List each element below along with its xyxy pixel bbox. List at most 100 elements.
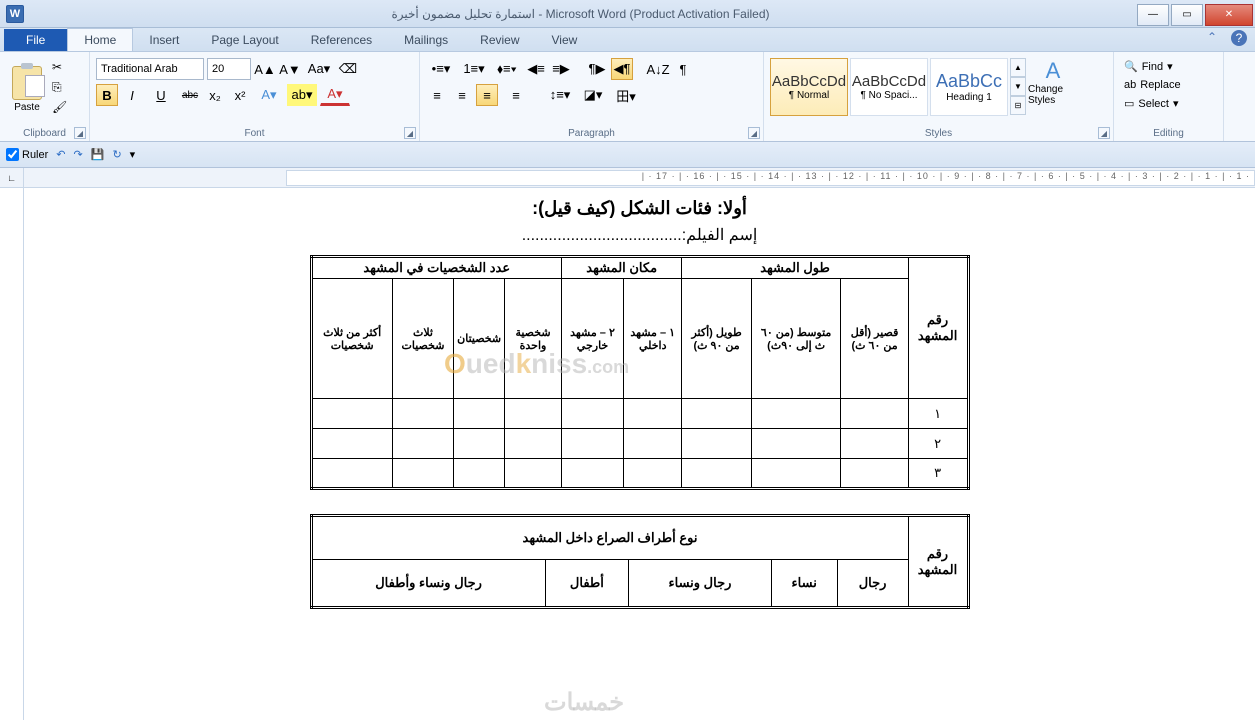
ruler-area: ∟ · 1 · | · 1 · | · 2 · | · 3 · | · 4 · … [0,168,1255,188]
document-page[interactable]: أولا: فئات الشكل (كيف قيل): إسم الفيلم:.… [290,188,990,619]
clipboard-launcher[interactable]: ◢ [74,127,86,139]
bullets-button[interactable]: •≡▾ [426,58,456,80]
clear-formatting-button[interactable]: ⌫ [337,58,359,80]
undo-button[interactable]: ↶ [56,148,65,161]
subscript-button[interactable]: x₂ [204,84,226,106]
ruler-checkbox[interactable]: Ruler [6,148,48,161]
cut-icon[interactable]: ✂ [52,60,70,78]
tab-selector[interactable]: ∟ [0,168,24,187]
multilevel-button[interactable]: ⬧≡▾ [492,58,522,80]
styles-launcher[interactable]: ◢ [1098,127,1110,139]
align-right-button[interactable]: ≡ [476,84,498,106]
style-gallery-nav: ▲ ▼ ⊟ [1010,58,1026,115]
style-preview: AaBbCc [936,71,1002,92]
len-short: قصير (أقل من ٦٠ ث) [841,279,908,399]
close-button[interactable]: ✕ [1205,4,1253,26]
tab-page-layout[interactable]: Page Layout [195,29,294,51]
vertical-ruler[interactable] [0,188,24,720]
font-color-button[interactable]: A▾ [320,84,350,106]
show-marks-button[interactable]: ¶ [672,58,694,80]
save-button[interactable]: 💾 [91,148,105,161]
doc-heading: أولا: فئات الشكل (كيف قيل): [310,198,970,219]
qat-more-button[interactable]: ▾ [130,148,136,161]
underline-button[interactable]: U [146,84,176,106]
decrease-indent-button[interactable]: ◀≡ [525,58,547,80]
table-row[interactable]: ١ [311,399,968,429]
line-spacing-button[interactable]: ↕≡▾ [545,84,575,106]
document-scroll[interactable]: Ouedkniss.com خمسات أولا: فئات الشكل (كي… [24,188,1255,720]
font-name-input[interactable] [96,58,204,80]
style-more-button[interactable]: ⊟ [1010,96,1026,115]
bold-button[interactable]: B [96,84,118,106]
justify-button[interactable]: ≡ [501,84,531,106]
font-size-input[interactable] [207,58,251,80]
table-row[interactable]: ٢ [311,429,968,459]
table-row[interactable]: ٣ [311,459,968,489]
format-painter-icon[interactable]: 🖌 [52,100,70,118]
help-icon[interactable]: ? [1231,30,1247,46]
tab-view[interactable]: View [536,29,594,51]
tab-mailings[interactable]: Mailings [388,29,464,51]
party-women: نساء [771,560,837,608]
numbering-button[interactable]: 1≡▾ [459,58,489,80]
len-mid: متوسط (من ٦٠ ث إلى ٩٠ث) [751,279,841,399]
shrink-font-button[interactable]: A▼ [279,58,301,80]
minimize-button[interactable]: — [1137,4,1169,26]
col-scene-place: مكان المشهد [561,257,681,279]
rtl-direction-button[interactable]: ◀¶ [611,58,633,80]
ch-two: شخصيتان [454,279,505,399]
sort-button[interactable]: A↓Z [647,58,669,80]
redo-button[interactable]: ↷ [74,148,83,161]
group-clipboard: Paste ✂ ⎘ 🖌 Clipboard ◢ [0,52,90,141]
replace-button[interactable]: ab Replace [1120,77,1217,93]
document-area: Ouedkniss.com خمسات أولا: فئات الشكل (كي… [0,188,1255,720]
align-center-button[interactable]: ≡ [451,84,473,106]
tab-review[interactable]: Review [464,29,535,51]
tab-home[interactable]: Home [67,28,133,51]
style-up-button[interactable]: ▲ [1010,58,1026,77]
window-title: استمارة تحليل مضمون أخيرة - Microsoft Wo… [24,7,1137,21]
increase-indent-button[interactable]: ≡▶ [550,58,572,80]
replace-icon: ab [1124,79,1136,91]
align-left-button[interactable]: ≡ [426,84,448,106]
file-tab[interactable]: File [4,29,67,51]
refresh-button[interactable]: ↻ [112,148,121,161]
ch-more: أكثر من ثلاث شخصيات [311,279,392,399]
find-label: Find [1142,61,1163,73]
change-case-button[interactable]: Aa▾ [304,58,334,80]
col-scene-length: طول المشهد [682,257,908,279]
strikethrough-button[interactable]: abc [179,84,201,106]
horizontal-ruler[interactable]: · 1 · | · 1 · | · 2 · | · 3 · | · 4 · | … [286,170,1255,186]
conflict-parties-table[interactable]: رقم المشهد نوع أطراف الصراع داخل المشهد … [310,514,970,609]
style-down-button[interactable]: ▼ [1010,77,1026,96]
italic-button[interactable]: I [121,84,143,106]
paragraph-launcher[interactable]: ◢ [748,127,760,139]
party-men-women: رجال ونساء [629,560,772,608]
font-launcher[interactable]: ◢ [404,127,416,139]
style-normal[interactable]: AaBbCcDd ¶ Normal [770,58,848,116]
quick-access-toolbar: Ruler ↶ ↷ 💾 ↻ ▾ [0,142,1255,168]
borders-button[interactable]: 田▾ [611,84,641,106]
grow-font-button[interactable]: A▲ [254,58,276,80]
scene-analysis-table[interactable]: رقم المشهد طول المشهد مكان المشهد عدد ال… [310,255,970,490]
copy-icon[interactable]: ⎘ [52,80,70,98]
minimize-ribbon-icon[interactable]: ⌃ [1207,30,1223,46]
maximize-button[interactable]: ▭ [1171,4,1203,26]
shading-button[interactable]: ◪▾ [578,84,608,106]
find-button[interactable]: 🔍Find ▾ [1120,58,1217,75]
tab-references[interactable]: References [295,29,388,51]
style-no-spacing[interactable]: AaBbCcDd ¶ No Spaci... [850,58,928,116]
ltr-direction-button[interactable]: ¶▶ [586,58,608,80]
superscript-button[interactable]: x² [229,84,251,106]
select-button[interactable]: ▭Select ▾ [1120,95,1217,112]
paste-button[interactable]: Paste [6,54,48,124]
ribbon: Paste ✂ ⎘ 🖌 Clipboard ◢ A▲ A▼ Aa▾ ⌫ B I [0,52,1255,142]
replace-label: Replace [1140,79,1180,91]
highlight-button[interactable]: ab▾ [287,84,317,106]
style-heading-1[interactable]: AaBbCc Heading 1 [930,58,1008,116]
group-label-font: Font [90,128,419,139]
text-effects-button[interactable]: A▾ [254,84,284,106]
title-bar: W استمارة تحليل مضمون أخيرة - Microsoft … [0,0,1255,28]
change-styles-button[interactable]: A Change Styles [1028,58,1078,106]
tab-insert[interactable]: Insert [133,29,195,51]
